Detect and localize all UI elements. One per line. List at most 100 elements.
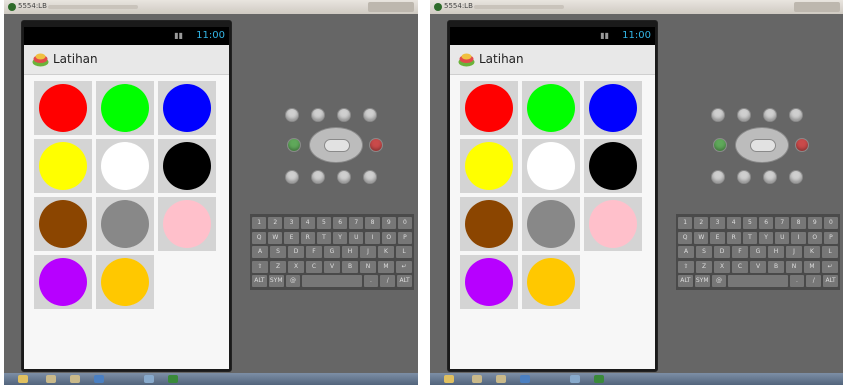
color-swatch-green[interactable]: [96, 81, 154, 135]
key[interactable]: E: [710, 231, 725, 244]
key[interactable]: H: [768, 246, 784, 258]
taskbar-item[interactable]: [144, 375, 154, 383]
key[interactable]: ALT: [678, 275, 693, 287]
key[interactable]: N: [786, 260, 802, 273]
key[interactable]: O: [807, 231, 822, 244]
key[interactable]: U: [775, 231, 790, 244]
key[interactable]: E: [284, 231, 299, 244]
key[interactable]: Y: [333, 231, 348, 244]
start-button[interactable]: [18, 375, 28, 383]
volume-up-icon[interactable]: [337, 108, 351, 122]
dpad-center-button[interactable]: [324, 139, 350, 152]
key[interactable]: V: [324, 260, 340, 273]
key[interactable]: .: [363, 275, 379, 287]
key[interactable]: P: [823, 231, 839, 244]
dpad[interactable]: [309, 127, 363, 163]
key[interactable]: R: [726, 231, 741, 244]
key[interactable]: H: [342, 246, 358, 258]
key[interactable]: F: [732, 246, 748, 258]
color-swatch-red[interactable]: [460, 81, 518, 135]
start-button[interactable]: [444, 375, 454, 383]
key[interactable]: 2: [694, 217, 709, 229]
color-swatch-gray[interactable]: [522, 197, 580, 251]
dpad-center-button[interactable]: [750, 139, 776, 152]
key[interactable]: ALT: [397, 275, 412, 287]
call-icon[interactable]: [713, 138, 727, 152]
color-swatch-brown[interactable]: [460, 197, 518, 251]
key[interactable]: K: [804, 246, 820, 258]
back-icon[interactable]: [763, 170, 777, 184]
taskbar-item[interactable]: [472, 375, 482, 383]
color-swatch-black[interactable]: [584, 139, 642, 193]
key[interactable]: 3: [710, 217, 725, 229]
key[interactable]: 0: [397, 217, 413, 229]
window-controls[interactable]: [794, 2, 840, 12]
key[interactable]: L: [822, 246, 838, 258]
key[interactable]: I: [791, 231, 806, 244]
volume-down-icon[interactable]: [737, 108, 751, 122]
menu-icon[interactable]: [737, 170, 751, 184]
taskbar-item[interactable]: [70, 375, 80, 383]
key[interactable]: ↵: [822, 260, 838, 273]
key[interactable]: N: [360, 260, 376, 273]
key[interactable]: T: [316, 231, 332, 244]
key[interactable]: I: [365, 231, 380, 244]
key[interactable]: Z: [696, 260, 712, 273]
camera-icon[interactable]: [711, 108, 725, 122]
key[interactable]: 3: [284, 217, 299, 229]
color-swatch-blue[interactable]: [158, 81, 216, 135]
key[interactable]: J: [360, 246, 376, 258]
color-swatch-red[interactable]: [34, 81, 92, 135]
camera-icon[interactable]: [285, 108, 299, 122]
taskbar-item[interactable]: [496, 375, 506, 383]
key[interactable]: G: [750, 246, 766, 258]
key[interactable]: M: [378, 260, 394, 273]
color-swatch-gold[interactable]: [522, 255, 580, 309]
taskbar-item[interactable]: [168, 375, 178, 383]
taskbar-item[interactable]: [520, 375, 530, 383]
color-swatch-gray[interactable]: [96, 197, 154, 251]
volume-down-icon[interactable]: [311, 108, 325, 122]
key[interactable]: 8: [791, 217, 806, 229]
color-swatch-yellow[interactable]: [34, 139, 92, 193]
key[interactable]: X: [288, 260, 304, 273]
color-swatch-purple[interactable]: [34, 255, 92, 309]
color-swatch-white[interactable]: [96, 139, 154, 193]
window-controls[interactable]: [368, 2, 414, 12]
key[interactable]: X: [714, 260, 730, 273]
key[interactable]: /: [806, 275, 822, 287]
taskbar-item[interactable]: [570, 375, 580, 383]
key[interactable]: T: [742, 231, 758, 244]
color-swatch-white[interactable]: [522, 139, 580, 193]
key[interactable]: 5: [742, 217, 758, 229]
taskbar-item[interactable]: [594, 375, 604, 383]
key[interactable]: A: [252, 246, 268, 258]
key[interactable]: K: [378, 246, 394, 258]
key[interactable]: R: [300, 231, 315, 244]
taskbar-item[interactable]: [94, 375, 104, 383]
key[interactable]: C: [732, 260, 748, 273]
key[interactable]: Q: [678, 231, 693, 244]
power-icon[interactable]: [789, 108, 803, 122]
key[interactable]: [728, 275, 788, 287]
back-icon[interactable]: [337, 170, 351, 184]
power-icon[interactable]: [363, 108, 377, 122]
key[interactable]: 4: [726, 217, 741, 229]
color-swatch-green[interactable]: [522, 81, 580, 135]
dpad[interactable]: [735, 127, 789, 163]
key[interactable]: 9: [807, 217, 822, 229]
key[interactable]: ⇧: [678, 260, 694, 273]
key[interactable]: @: [711, 275, 727, 287]
key[interactable]: B: [768, 260, 784, 273]
volume-up-icon[interactable]: [763, 108, 777, 122]
menu-icon[interactable]: [311, 170, 325, 184]
key[interactable]: SYM: [694, 275, 710, 287]
key[interactable]: M: [804, 260, 820, 273]
key[interactable]: /: [380, 275, 396, 287]
color-swatch-yellow[interactable]: [460, 139, 518, 193]
key[interactable]: ALT: [252, 275, 267, 287]
key[interactable]: O: [381, 231, 396, 244]
key[interactable]: C: [306, 260, 322, 273]
color-swatch-blue[interactable]: [584, 81, 642, 135]
key[interactable]: Q: [252, 231, 267, 244]
